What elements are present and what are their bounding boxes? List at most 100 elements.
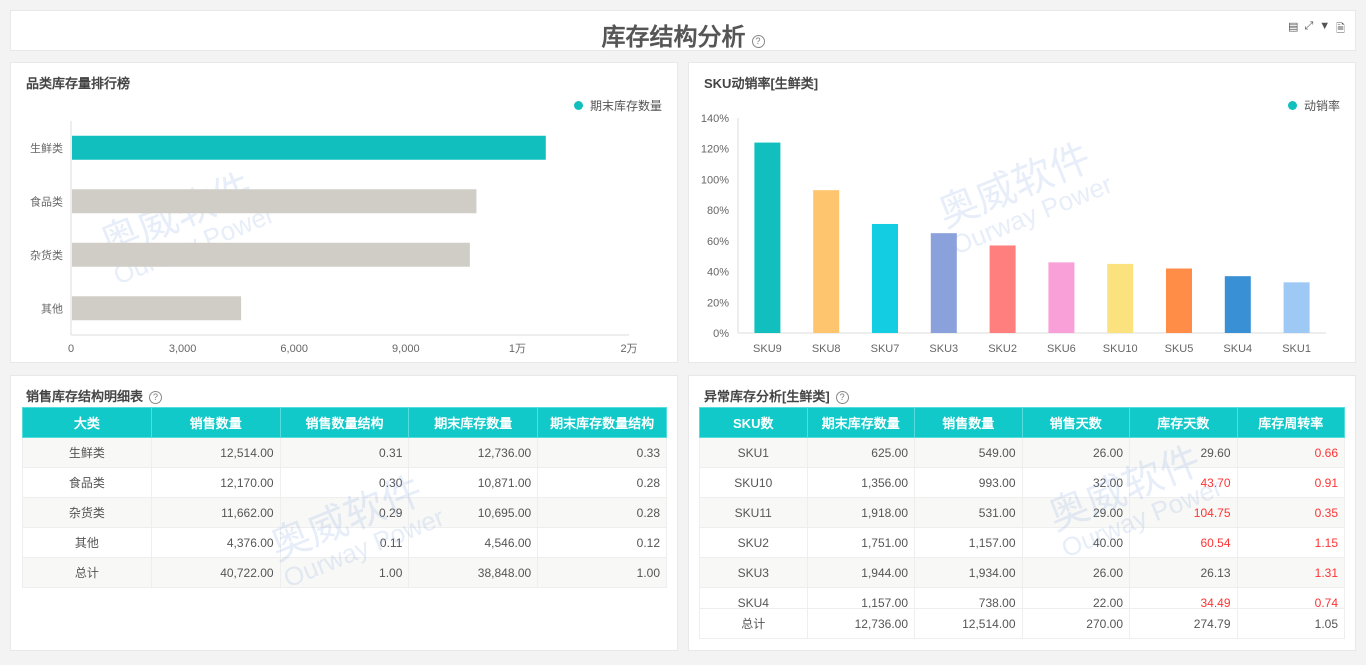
table-header: SKU数期末库存数量销售数量销售天数库存天数库存周转率 <box>700 408 1345 438</box>
table-cell: 60.54 <box>1130 528 1238 558</box>
table-cell: 1.00 <box>538 558 667 588</box>
table-row[interactable]: SKU31,944.001,934.0026.0026.131.31 <box>700 558 1345 588</box>
table-cell: 1,356.00 <box>807 468 915 498</box>
x-tick-label: 2万 <box>620 343 637 355</box>
bar-SKU10[interactable] <box>1107 264 1133 333</box>
help-icon[interactable]: ? <box>836 391 849 404</box>
bar-其他[interactable] <box>72 296 241 320</box>
table-cell: 0.11 <box>280 528 409 558</box>
column-header[interactable]: 期末库存数量 <box>807 408 915 438</box>
table-cell: 738.00 <box>915 588 1023 611</box>
y-tick-label: 40% <box>707 267 729 279</box>
column-header[interactable]: 库存周转率 <box>1237 408 1345 438</box>
table-cell: 0.31 <box>280 438 409 468</box>
column-header[interactable]: 期末库存数量 <box>409 408 538 438</box>
table-cell: 26.00 <box>1022 438 1130 468</box>
bar-SKU6[interactable] <box>1048 262 1074 333</box>
bar-杂货类[interactable] <box>72 243 470 267</box>
table-cell: 10,871.00 <box>409 468 538 498</box>
table-cell: 625.00 <box>807 438 915 468</box>
column-header[interactable]: 库存天数 <box>1130 408 1238 438</box>
bar-生鲜类[interactable] <box>72 136 546 160</box>
table-row[interactable]: SKU101,356.00993.0032.0043.700.91 <box>700 468 1345 498</box>
bar-SKU5[interactable] <box>1166 269 1192 334</box>
x-tick-label: 1万 <box>509 343 526 355</box>
table-cell: 531.00 <box>915 498 1023 528</box>
table-header: 大类销售数量销售数量结构期末库存数量期末库存数量结构 <box>23 408 667 438</box>
y-tick-label: 杂货类 <box>30 248 63 262</box>
help-icon[interactable]: ? <box>752 35 765 48</box>
bar-食品类[interactable] <box>72 189 476 213</box>
table-cell: 0.74 <box>1237 588 1345 611</box>
bar-SKU7[interactable] <box>872 224 898 333</box>
table-cell: 12,736.00 <box>409 438 538 468</box>
table-cell: 1,751.00 <box>807 528 915 558</box>
table-row[interactable]: 总计40,722.001.0038,848.001.00 <box>23 558 667 588</box>
filter-icon[interactable]: ▼ <box>1319 20 1330 39</box>
table-cell: 总计 <box>700 609 808 639</box>
x-tick-label: SKU10 <box>1103 343 1138 355</box>
column-header[interactable]: 销售天数 <box>1022 408 1130 438</box>
table-scroll-area[interactable]: SKU数期末库存数量销售数量销售天数库存天数库存周转率SKU1625.00549… <box>699 407 1346 610</box>
column-header[interactable]: 销售数量结构 <box>280 408 409 438</box>
table-cell: 0.28 <box>538 498 667 528</box>
table-icon[interactable]: ▤ <box>1288 20 1298 39</box>
table-cell: 0.66 <box>1237 438 1345 468</box>
x-tick-label: SKU8 <box>812 343 841 355</box>
y-tick-label: 120% <box>701 144 729 156</box>
bar-SKU8[interactable] <box>813 190 839 333</box>
sku-bar-chart: 0%20%40%60%80%100%120%140%SKU9SKU8SKU7SK… <box>689 63 1357 364</box>
table-cell: 12,736.00 <box>807 609 915 639</box>
table-cell: 0.12 <box>538 528 667 558</box>
table-cell: 1,157.00 <box>807 588 915 611</box>
page-title: 库存结构分析? <box>11 17 1355 52</box>
table-cell: 38,848.00 <box>409 558 538 588</box>
table-row[interactable]: 其他4,376.000.114,546.000.12 <box>23 528 667 558</box>
table-cell: 0.33 <box>538 438 667 468</box>
table-cell: 104.75 <box>1130 498 1238 528</box>
bar-SKU4[interactable] <box>1225 276 1251 333</box>
table-cell: 0.35 <box>1237 498 1345 528</box>
help-icon[interactable]: ? <box>149 391 162 404</box>
table-cell: 其他 <box>23 528 152 558</box>
x-tick-label: SKU9 <box>753 343 782 355</box>
table-cell: SKU11 <box>700 498 808 528</box>
x-tick-label: 6,000 <box>280 343 308 355</box>
x-tick-label: SKU3 <box>929 343 958 355</box>
table-cell: 1,934.00 <box>915 558 1023 588</box>
export-icon[interactable]: 🗎 <box>1336 20 1345 39</box>
table-row[interactable]: SKU41,157.00738.0022.0034.490.74 <box>700 588 1345 611</box>
column-header[interactable]: 销售数量 <box>915 408 1023 438</box>
table-row[interactable]: 杂货类11,662.000.2910,695.000.28 <box>23 498 667 528</box>
table-row[interactable]: SKU111,918.00531.0029.00104.750.35 <box>700 498 1345 528</box>
table-cell: 22.00 <box>1022 588 1130 611</box>
y-tick-label: 140% <box>701 113 729 125</box>
x-tick-label: SKU4 <box>1223 343 1252 355</box>
y-tick-label: 20% <box>707 297 729 309</box>
x-tick-label: SKU7 <box>871 343 900 355</box>
column-header[interactable]: 销售数量 <box>151 408 280 438</box>
bar-SKU9[interactable] <box>754 143 780 333</box>
y-tick-label: 0% <box>713 328 729 340</box>
table-cell: 1.15 <box>1237 528 1345 558</box>
table-row[interactable]: SKU1625.00549.0026.0029.600.66 <box>700 438 1345 468</box>
table-cell: 40.00 <box>1022 528 1130 558</box>
column-header[interactable]: 大类 <box>23 408 152 438</box>
table-cell: 10,695.00 <box>409 498 538 528</box>
expand-icon[interactable]: ⤢ <box>1304 20 1313 39</box>
table-cell: 0.91 <box>1237 468 1345 498</box>
bar-SKU1[interactable] <box>1284 282 1310 333</box>
table-row[interactable]: 生鲜类12,514.000.3112,736.000.33 <box>23 438 667 468</box>
x-tick-label: SKU5 <box>1165 343 1194 355</box>
sku-chart-panel: SKU动销率[生鲜类] 动销率 奥威软件Ourway Power 0%20%40… <box>688 62 1356 363</box>
bar-SKU2[interactable] <box>990 245 1016 333</box>
table-row[interactable]: 总计12,736.0012,514.00270.00274.791.05 <box>700 609 1345 639</box>
table-row[interactable]: 食品类12,170.000.3010,871.000.28 <box>23 468 667 498</box>
table-row[interactable]: SKU21,751.001,157.0040.0060.541.15 <box>700 528 1345 558</box>
y-tick-label: 100% <box>701 174 729 186</box>
column-header[interactable]: 期末库存数量结构 <box>538 408 667 438</box>
bar-SKU3[interactable] <box>931 233 957 333</box>
category-chart-panel: 品类库存量排行榜 期末库存数量 奥威软件Ourway Power 03,0006… <box>10 62 678 363</box>
column-header[interactable]: SKU数 <box>700 408 808 438</box>
table-cell: SKU10 <box>700 468 808 498</box>
